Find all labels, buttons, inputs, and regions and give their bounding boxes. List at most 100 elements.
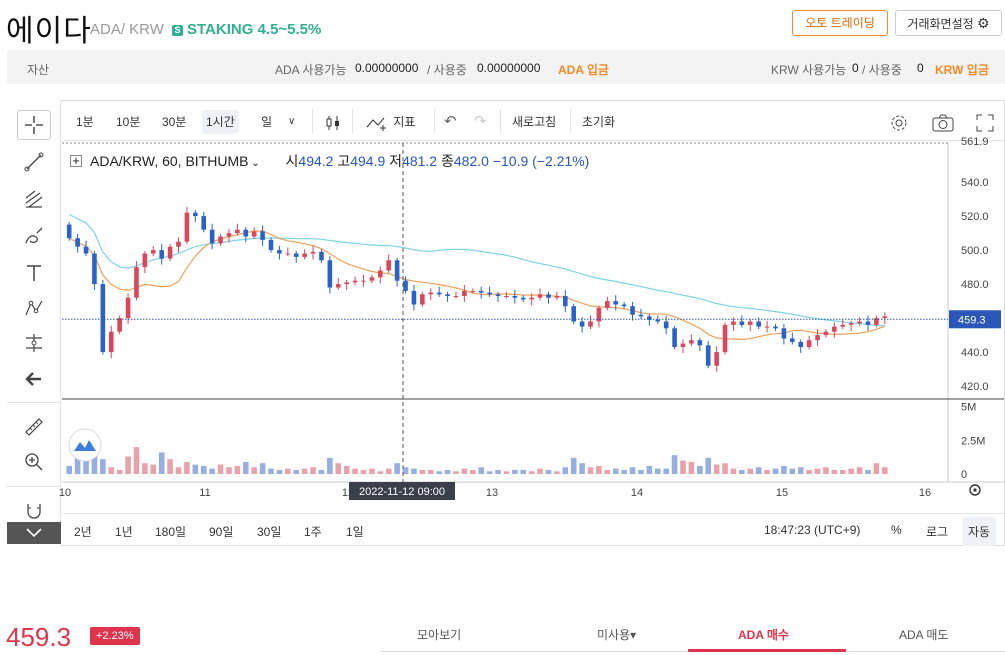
volume-bar xyxy=(251,467,257,474)
volume-bar xyxy=(184,461,190,474)
legend-expand-icon[interactable]: + xyxy=(70,154,82,167)
price-chart[interactable]: 540.0520.0500.0480.0460.0440.0420.0561.9… xyxy=(0,0,1005,655)
candle-body xyxy=(403,280,408,291)
clock-time[interactable]: 18:47:23 (UTC+9) xyxy=(764,523,860,537)
range-30d[interactable]: 30일 xyxy=(257,523,281,540)
volume-bar xyxy=(116,469,123,474)
volume-bar xyxy=(226,467,232,474)
volume-bar xyxy=(520,469,527,474)
candle-body xyxy=(167,246,173,259)
volume-bar xyxy=(402,467,409,474)
percent-toggle[interactable]: % xyxy=(891,523,902,537)
tab-sell[interactable]: ADA 매도 xyxy=(899,626,948,643)
volume-bar xyxy=(469,469,476,474)
volume-bar xyxy=(285,468,291,474)
candle-body xyxy=(260,231,265,240)
legend-symbol[interactable]: ADA/KRW, 60, BITHUMB xyxy=(90,153,248,169)
volume-bar xyxy=(503,471,510,474)
candle-body xyxy=(66,224,72,239)
candle-body xyxy=(773,326,778,329)
volume-bar xyxy=(772,468,779,474)
volume-bar xyxy=(587,467,594,474)
volume-bar xyxy=(688,461,695,474)
candle-body xyxy=(226,233,232,237)
candle-body xyxy=(92,253,97,285)
x-tick-label: 11 xyxy=(199,487,210,499)
range-2y[interactable]: 2년 xyxy=(74,523,92,540)
candle-body xyxy=(520,297,526,300)
tv-logo-icon xyxy=(68,428,102,462)
volume-bar xyxy=(495,469,501,474)
candle-body xyxy=(705,345,711,366)
candle-body xyxy=(857,321,862,324)
candle-body xyxy=(235,229,240,234)
candle-body xyxy=(832,326,837,332)
volume-bar xyxy=(394,463,400,474)
volume-bar xyxy=(789,468,796,474)
candle-body xyxy=(83,246,89,254)
volume-bar xyxy=(293,469,300,474)
tab-buy[interactable]: ADA 매수 xyxy=(738,626,789,643)
volume-bar xyxy=(612,468,619,474)
candle-body xyxy=(630,306,635,315)
volume-bar xyxy=(570,457,577,474)
legend-low-label: 저 xyxy=(389,153,403,169)
volume-bar xyxy=(369,468,375,474)
volume-bar xyxy=(839,469,846,474)
volume-bar xyxy=(881,467,888,474)
candle-body xyxy=(756,321,761,327)
volume-bar xyxy=(663,468,669,474)
volume-tick-label: 2.5M xyxy=(961,435,985,447)
auto-toggle[interactable]: 자동 xyxy=(962,517,997,546)
range-1y[interactable]: 1년 xyxy=(115,523,133,540)
tab-overview[interactable]: 모아보기 xyxy=(417,626,461,643)
candle-body xyxy=(588,321,593,327)
legend-low: 481.2 xyxy=(402,153,438,169)
range-1w[interactable]: 1주 xyxy=(304,523,322,540)
legend-close: 482.0 xyxy=(453,153,489,169)
candle-body xyxy=(335,284,341,288)
range-90d[interactable]: 90일 xyxy=(209,523,233,540)
volume-bar xyxy=(697,465,703,474)
candle-body xyxy=(428,292,434,295)
legend-dropdown-icon[interactable]: ⌄ xyxy=(248,158,259,169)
candle-body xyxy=(865,321,871,325)
candle-body xyxy=(285,253,291,255)
range-1d[interactable]: 1일 xyxy=(346,523,364,540)
volume-bar xyxy=(352,468,358,474)
volume-bar xyxy=(797,467,804,474)
volume-bar xyxy=(377,471,384,474)
candle-body xyxy=(176,241,181,247)
volume-bar xyxy=(108,467,115,474)
x-tick-label: 13 xyxy=(486,487,498,499)
volume-bar xyxy=(192,464,199,474)
candle-body xyxy=(806,340,812,347)
x-tick-label: 16 xyxy=(919,487,931,499)
range-180d[interactable]: 180일 xyxy=(155,523,186,540)
volume-bar xyxy=(360,469,367,474)
tab-unused[interactable]: 미사용▾ xyxy=(597,626,636,643)
candle-body xyxy=(714,352,719,366)
candle-body xyxy=(562,296,568,307)
volume-bar xyxy=(604,469,611,474)
candle-body xyxy=(117,318,122,332)
candle-body xyxy=(251,231,257,237)
candle-body xyxy=(529,297,534,300)
volume-bar xyxy=(554,471,560,474)
candle-body xyxy=(697,340,703,346)
volume-bar xyxy=(200,465,207,474)
candle-body xyxy=(310,251,316,254)
candle-body xyxy=(722,324,728,353)
candle-body xyxy=(420,294,425,305)
volume-bar xyxy=(646,465,653,474)
volume-bar xyxy=(755,467,762,474)
candle-body xyxy=(327,260,333,288)
volume-bar xyxy=(671,455,678,474)
candle-body xyxy=(798,341,804,347)
volume-bar xyxy=(579,463,585,474)
legend-high-label: 고 xyxy=(337,153,351,169)
volume-bar xyxy=(562,467,569,474)
volume-bar xyxy=(865,469,871,474)
axis-settings-icon-center xyxy=(973,488,977,492)
log-toggle[interactable]: 로그 xyxy=(926,523,948,540)
